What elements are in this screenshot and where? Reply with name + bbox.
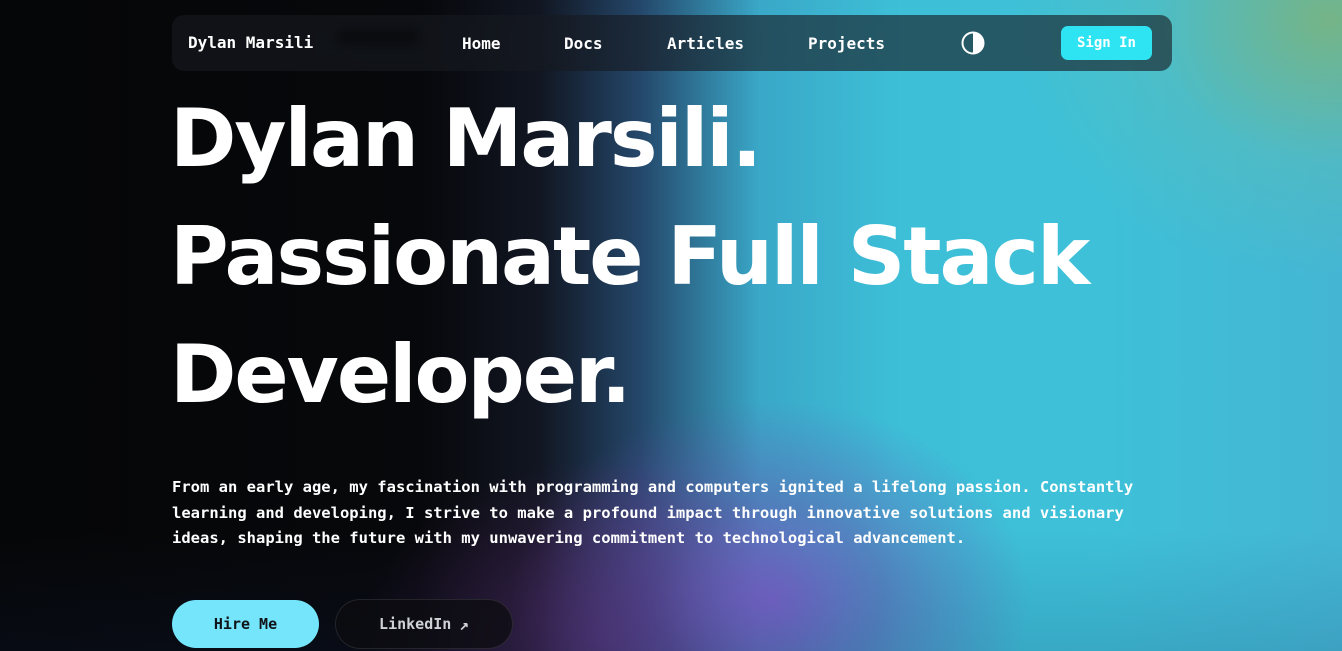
top-navbar: Dylan Marsili Home Docs Articles Project…: [172, 15, 1172, 71]
nav-link-docs[interactable]: Docs: [564, 34, 603, 53]
linkedin-label: LinkedIn: [379, 615, 452, 633]
intro-line-3: ideas, shaping the future with my unwave…: [172, 529, 966, 547]
headline-line-2: Passionate Full Stack: [170, 210, 1090, 303]
intro-line-2: learning and developing, I strive to mak…: [172, 503, 1124, 522]
nav-link-projects[interactable]: Projects: [808, 34, 885, 53]
nav-link-articles[interactable]: Articles: [667, 34, 744, 53]
contrast-icon: [961, 31, 985, 55]
hero-headline: Dylan Marsili. Passionate Full Stack Dev…: [170, 80, 1090, 434]
theme-toggle-button[interactable]: [961, 31, 985, 55]
nav-link-home[interactable]: Home: [462, 34, 501, 53]
blurred-decoration: [337, 29, 419, 45]
sign-in-button[interactable]: Sign In: [1061, 26, 1152, 60]
linkedin-button[interactable]: LinkedIn ↗: [335, 599, 513, 649]
brand-name[interactable]: Dylan Marsili: [188, 33, 313, 52]
hero-intro: From an early age, my fascination with p…: [172, 475, 1172, 552]
external-arrow-icon: ↗: [459, 614, 469, 634]
hire-me-button[interactable]: Hire Me: [172, 600, 319, 648]
headline-line-3: Developer.: [170, 328, 631, 421]
intro-line-1: From an early age, my fascination with p…: [172, 478, 1134, 496]
headline-line-1: Dylan Marsili.: [170, 92, 762, 185]
